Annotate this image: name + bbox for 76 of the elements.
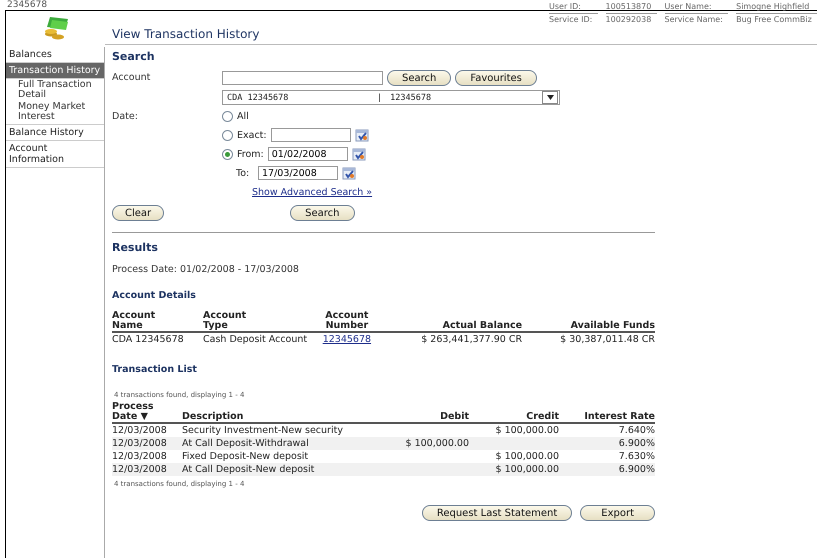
- table-cell: 6.900%: [559, 437, 655, 450]
- table-cell: 6.900%: [559, 463, 655, 476]
- column-header: Interest Rate: [559, 402, 655, 423]
- table-cell: 7.630%: [559, 450, 655, 463]
- table-cell: $ 100,000.00: [469, 423, 559, 437]
- radio-button[interactable]: [222, 130, 233, 140]
- info-value: 100513870: [606, 1, 657, 14]
- subsection-heading: Account Details: [112, 290, 197, 301]
- column-header: Debit: [388, 402, 469, 423]
- radio-button[interactable]: [222, 148, 233, 160]
- sidebar-item[interactable]: Balance History: [6, 125, 104, 141]
- column-header: Available Funds: [522, 311, 655, 332]
- info-label: User Name:: [664, 1, 728, 14]
- search-button[interactable]: Search: [290, 205, 355, 221]
- table-cell: $ 100,000.00: [388, 437, 469, 450]
- info-label: Service ID:: [549, 14, 594, 26]
- info-value: Bug Free CommBiz: [736, 14, 813, 26]
- info-value: Simogne Highfield: [736, 1, 817, 14]
- account-dropdown[interactable]: CDA 12345678 | 12345678: [222, 90, 560, 105]
- table-cell: Security Investment-New security: [182, 423, 388, 437]
- column-header: Credit: [469, 402, 559, 423]
- table-cell: $ 263,441,377.90 CR: [380, 332, 522, 346]
- radio-label: From:: [237, 148, 264, 160]
- section-heading: Search: [112, 50, 156, 63]
- table-cell: At Call Deposit-New deposit: [182, 463, 388, 476]
- table-cell: 12/03/2008: [112, 463, 182, 476]
- date-field[interactable]: 01/02/2008: [268, 147, 348, 161]
- field-label: Account: [112, 71, 152, 83]
- date-field[interactable]: 17/03/2008: [258, 166, 338, 180]
- page-title: View Transaction History: [112, 27, 260, 41]
- sidebar-item[interactable]: Account Information: [6, 141, 104, 168]
- table-cell: 12/03/2008: [112, 437, 182, 450]
- table-cell: 12/03/2008: [112, 423, 182, 437]
- process-date: Process Date: 01/02/2008 - 17/03/2008: [112, 264, 300, 275]
- account-code: 2345678: [7, 0, 48, 10]
- column-header: Account Type: [203, 311, 313, 332]
- account-field[interactable]: [222, 71, 383, 85]
- clear-button[interactable]: Clear: [112, 205, 164, 221]
- calendar-icon[interactable]: [354, 128, 369, 142]
- advanced-search-link[interactable]: Show Advanced Search »: [252, 187, 372, 198]
- section-heading: Results: [112, 241, 159, 254]
- column-header: Description: [182, 402, 388, 423]
- column-header: Account Number: [313, 311, 381, 332]
- table-cell: $ 100,000.00: [469, 463, 559, 476]
- column-header: Actual Balance: [380, 311, 522, 332]
- radio-label: All: [237, 110, 249, 122]
- radio-button[interactable]: [222, 110, 233, 122]
- sidebar-item[interactable]: Transaction History: [6, 63, 104, 79]
- field-label: Date:: [112, 110, 139, 122]
- info-label: Service Name:: [664, 14, 724, 26]
- subsection-heading: Transaction List: [112, 364, 198, 375]
- sidebar-subitem[interactable]: Money Market Interest: [6, 101, 104, 123]
- dropdown-icon[interactable]: [546, 95, 554, 100]
- column-header: Account Name: [112, 311, 203, 332]
- table-cell: CDA 12345678: [112, 332, 203, 346]
- info-label: User ID:: [549, 1, 598, 14]
- table-cell: Cash Deposit Account: [203, 332, 313, 346]
- account-number-link[interactable]: 12345678: [322, 334, 372, 345]
- table-cell: 7.640%: [559, 423, 655, 437]
- statement-button[interactable]: Request Last Statement: [422, 505, 572, 521]
- sidebar-subitem[interactable]: Full Transaction Detail: [6, 79, 104, 101]
- date-field[interactable]: [270, 128, 351, 142]
- table-cell: At Call Deposit-Withdrawal: [182, 437, 388, 450]
- calendar-icon[interactable]: [342, 166, 356, 180]
- table-cell: Fixed Deposit-New deposit: [182, 450, 388, 463]
- export-button[interactable]: Export: [580, 505, 655, 521]
- table-cell: 12/03/2008: [112, 450, 182, 463]
- field-label: To:: [235, 168, 250, 178]
- table-cell: $ 100,000.00: [469, 450, 559, 463]
- column-header[interactable]: Process Date ▼: [112, 402, 182, 423]
- calendar-icon[interactable]: [352, 147, 366, 161]
- account-button[interactable]: Favourites: [455, 70, 537, 86]
- account-button[interactable]: Search: [387, 70, 452, 86]
- table-cell: $ 30,387,011.48 CR: [522, 332, 655, 346]
- info-value: 100292038: [606, 14, 652, 26]
- radio-label: Exact:: [237, 130, 267, 140]
